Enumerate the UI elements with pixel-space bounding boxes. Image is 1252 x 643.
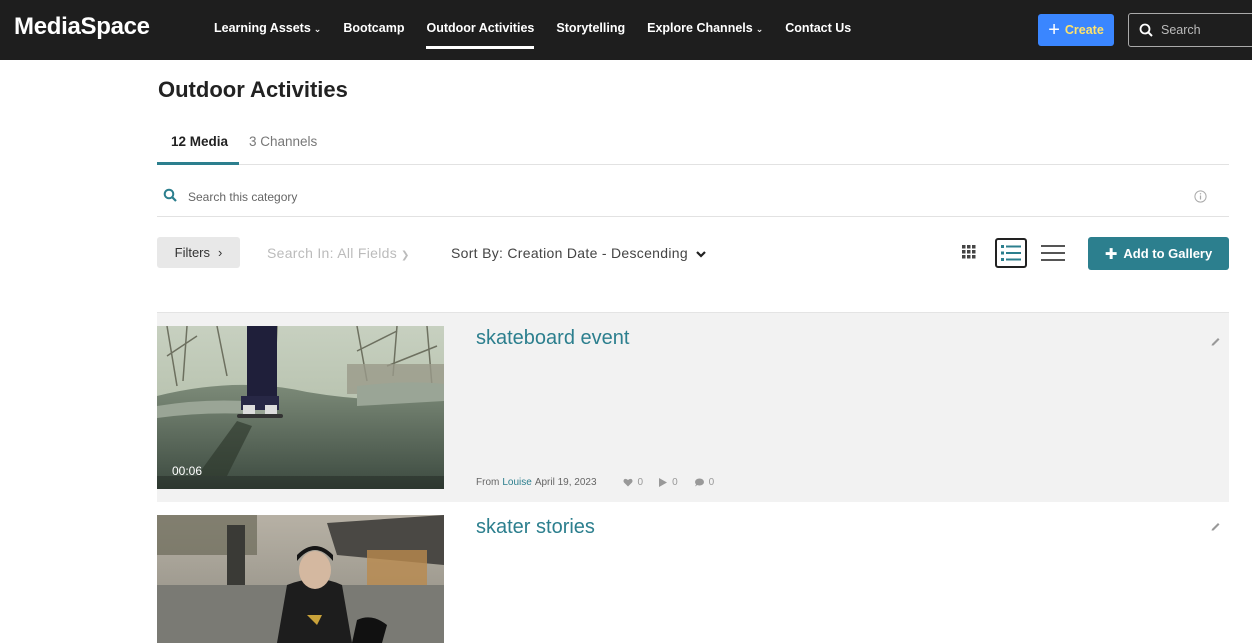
info-icon[interactable] xyxy=(1194,190,1207,203)
plays-count: 0 xyxy=(672,477,678,488)
comment-icon xyxy=(694,478,704,487)
edit-pencil-icon[interactable] xyxy=(1210,335,1221,346)
author-link[interactable]: Louise xyxy=(502,477,531,488)
page-title: Outdoor Activities xyxy=(158,77,348,102)
search-in-label: Search In: All Fields xyxy=(267,245,398,261)
likes-stat: 0 xyxy=(623,477,644,488)
search-placeholder: Search xyxy=(1161,23,1201,37)
video-thumbnail[interactable] xyxy=(157,515,444,643)
chevron-down-icon: ⌄ xyxy=(755,24,764,34)
chevron-right-icon: › xyxy=(218,245,223,260)
tab-media[interactable]: 12 Media xyxy=(171,134,228,149)
filters-label: Filters xyxy=(174,245,211,260)
skater-portrait-thumbnail-image xyxy=(157,515,444,643)
nav-item-storytelling[interactable]: Storytelling xyxy=(556,21,625,35)
mediaspace-logo[interactable]: MediaSpace xyxy=(14,13,150,41)
heart-icon xyxy=(623,478,633,487)
entry-title-link[interactable]: skateboard event xyxy=(476,327,629,350)
chevron-down-icon: ⌄ xyxy=(313,24,322,34)
category-search-input[interactable]: Search this category xyxy=(157,177,1229,217)
list-view-icon[interactable] xyxy=(1041,244,1065,262)
nav-item-explore-channels[interactable]: Explore Channels ⌄ xyxy=(647,21,763,35)
tab-bar: 12 Media 3 Channels xyxy=(157,124,1229,165)
entry-meta: From Louise April 19, 2023 0 0 0 xyxy=(476,477,714,488)
category-search-placeholder: Search this category xyxy=(188,190,298,204)
nav-item-label: Learning Assets xyxy=(214,21,311,35)
media-entry: 00:06 skateboard event From Louise April… xyxy=(157,312,1229,502)
create-button[interactable]: + Create xyxy=(1038,14,1114,46)
edit-pencil-icon[interactable] xyxy=(1210,520,1221,531)
nav-item-label: Bootcamp xyxy=(343,21,405,35)
media-entry: skater stories xyxy=(157,502,1229,643)
add-to-gallery-button[interactable]: ✚ Add to Gallery xyxy=(1088,237,1229,270)
entry-date: April 19, 2023 xyxy=(534,477,597,488)
play-icon xyxy=(659,478,668,487)
add-to-gallery-label: Add to Gallery xyxy=(1123,246,1213,261)
likes-count: 0 xyxy=(637,477,644,488)
search-icon xyxy=(1139,23,1153,37)
video-duration: 00:06 xyxy=(172,464,203,478)
top-navigation-bar: MediaSpace Learning Assets ⌄ Bootcamp Out… xyxy=(0,0,1252,60)
main-nav: Learning Assets ⌄ Bootcamp Outdoor Activi… xyxy=(214,21,873,49)
comments-count: 0 xyxy=(708,477,715,488)
nav-item-bootcamp[interactable]: Bootcamp xyxy=(343,21,404,35)
search-in-dropdown[interactable]: Search In: All Fields ❯ xyxy=(267,245,410,261)
global-search-input[interactable]: Search xyxy=(1128,13,1252,47)
active-tab-indicator xyxy=(157,162,239,165)
plus-icon: ✚ xyxy=(1104,245,1118,263)
video-thumbnail[interactable]: 00:06 xyxy=(157,326,444,489)
nav-item-learning-assets[interactable]: Learning Assets ⌄ xyxy=(214,21,321,35)
nav-item-contact-us[interactable]: Contact Us xyxy=(785,21,851,35)
nav-item-label: Storytelling xyxy=(556,21,626,35)
nav-item-label: Outdoor Activities xyxy=(426,21,535,35)
entry-title-link[interactable]: skater stories xyxy=(476,516,595,539)
sort-by-label: Sort By: Creation Date - Descending xyxy=(451,245,688,261)
sort-by-dropdown[interactable]: Sort By: Creation Date - Descending xyxy=(451,245,706,261)
from-label: From xyxy=(476,477,500,488)
tab-channels[interactable]: 3 Channels xyxy=(249,134,317,149)
detailed-view-button[interactable] xyxy=(995,238,1027,268)
chevron-down-icon: ❯ xyxy=(401,250,410,261)
create-button-label: Create xyxy=(1064,23,1104,37)
grid-view-icon[interactable] xyxy=(962,245,976,259)
search-icon xyxy=(163,188,177,202)
chevron-down-icon xyxy=(696,251,706,258)
filters-button[interactable]: Filters › xyxy=(157,237,240,268)
nav-item-label: Contact Us xyxy=(785,21,852,35)
plus-icon: + xyxy=(1048,19,1060,41)
detailed-list-icon xyxy=(1001,245,1021,261)
nav-item-label: Explore Channels xyxy=(647,21,753,35)
nav-item-outdoor-activities[interactable]: Outdoor Activities xyxy=(426,21,535,49)
plays-stat: 0 xyxy=(659,477,678,488)
comments-stat: 0 xyxy=(694,477,715,488)
